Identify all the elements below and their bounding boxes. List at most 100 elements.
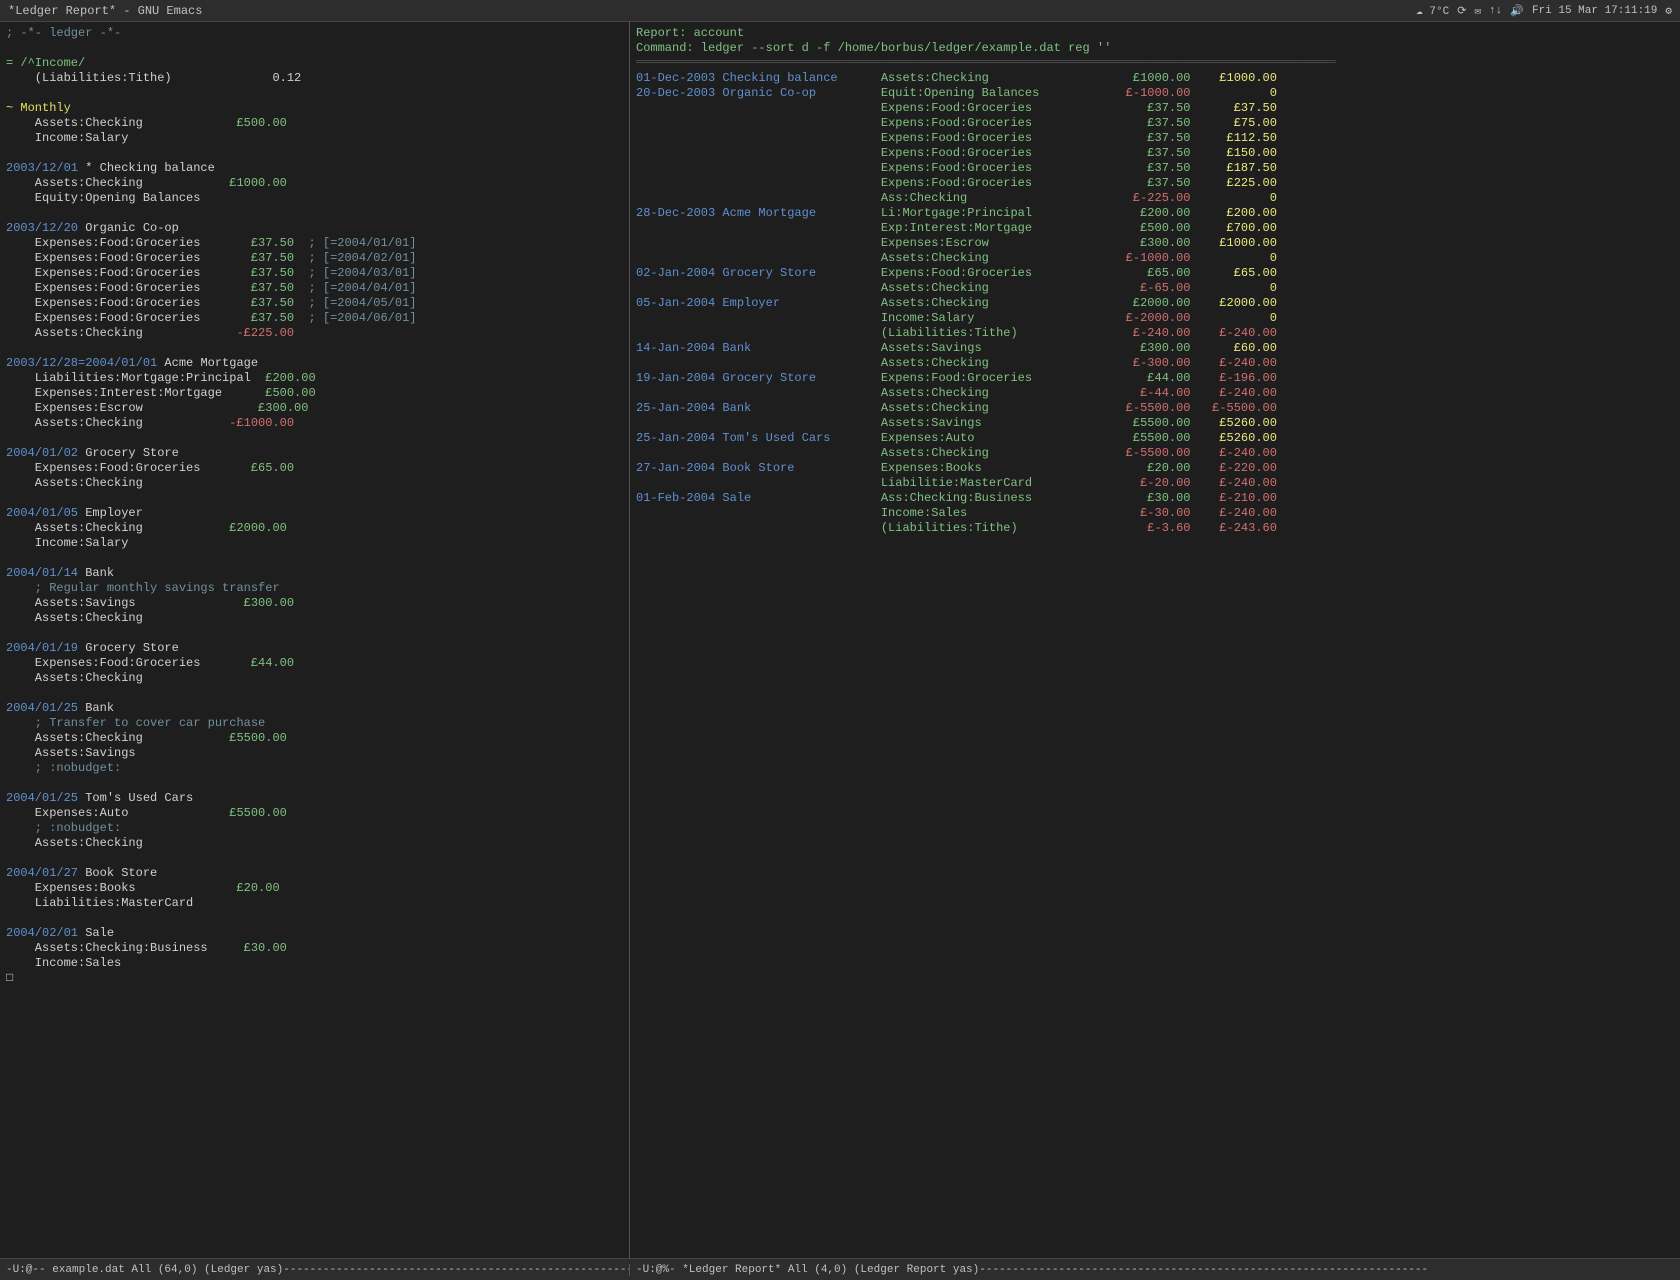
line-2004-01-25-bank-checking: Assets:Checking £5500.00: [6, 731, 623, 746]
report-command: Command: ledger --sort d -f /home/borbus…: [636, 41, 1674, 56]
report-row: Liabilitie:MasterCard £-20.00 £-240.00: [636, 476, 1674, 491]
line-2003-12-20-g2: Expenses:Food:Groceries £37.50 ; [=2004/…: [6, 251, 623, 266]
line-blank-1: [6, 41, 623, 56]
line-2004-01-19-groceries: Expenses:Food:Groceries £44.00: [6, 656, 623, 671]
line-2004-01-19-checking: Assets:Checking: [6, 671, 623, 686]
titlebar-right: ☁ 7°C ⟳ ✉ ↑↓ 🔊 Fri 15 Mar 17:11:19 ⚙: [1416, 4, 1672, 18]
refresh-icon[interactable]: ⟳: [1457, 4, 1466, 18]
report-label: Report: account: [636, 26, 1674, 41]
line-2004-02-01-header: 2004/02/01 Sale: [6, 926, 623, 941]
line-blank-6: [6, 431, 623, 446]
report-row: 05-Jan-2004 Employer Assets:Checking £20…: [636, 296, 1674, 311]
titlebar: *Ledger Report* - GNU Emacs ☁ 7°C ⟳ ✉ ↑↓…: [0, 0, 1680, 22]
line-2004-01-02-groceries: Expenses:Food:Groceries £65.00: [6, 461, 623, 476]
line-2003-12-20-header: 2003/12/20 Organic Co-op: [6, 221, 623, 236]
line-2004-01-14-header: 2004/01/14 Bank: [6, 566, 623, 581]
report-row: Expens:Food:Groceries £37.50 £75.00: [636, 116, 1674, 131]
report-row: Assets:Checking £-5500.00 £-240.00: [636, 446, 1674, 461]
line-2003-12-01-equity: Equity:Opening Balances: [6, 191, 623, 206]
report-row: 01-Feb-2004 Sale Ass:Checking:Business £…: [636, 491, 1674, 506]
line-blank-8: [6, 551, 623, 566]
line-2004-01-25-cars-checking: Assets:Checking: [6, 836, 623, 851]
report-row: Assets:Savings £5500.00 £5260.00: [636, 416, 1674, 431]
line-income-salary-monthly: Income:Salary: [6, 131, 623, 146]
report-row: 25-Jan-2004 Bank Assets:Checking £-5500.…: [636, 401, 1674, 416]
line-2003-12-28-checking: Assets:Checking -£1000.00: [6, 416, 623, 431]
line-income-rule: = /^Income/: [6, 56, 623, 71]
line-2004-01-25-bank-comment: ; Transfer to cover car purchase: [6, 716, 623, 731]
report-row: Income:Sales £-30.00 £-240.00: [636, 506, 1674, 521]
line-2003-12-20-checking: Assets:Checking -£225.00: [6, 326, 623, 341]
line-2003-12-01-header: 2003/12/01 * Checking balance: [6, 161, 623, 176]
line-2004-01-14-comment: ; Regular monthly savings transfer: [6, 581, 623, 596]
line-liabilities-tithe: (Liabilities:Tithe) 0.12: [6, 71, 623, 86]
line-2003-12-20-g6: Expenses:Food:Groceries £37.50 ; [=2004/…: [6, 311, 623, 326]
report-separator: ════════════════════════════════════════…: [636, 56, 1674, 71]
line-blank-10: [6, 686, 623, 701]
line-2004-01-19-header: 2004/01/19 Grocery Store: [6, 641, 623, 656]
line-2004-01-25-cars-header: 2004/01/25 Tom's Used Cars: [6, 791, 623, 806]
line-blank-11: [6, 776, 623, 791]
transaction-group: 01-Dec-2003 Checking balance Assets:Chec…: [636, 71, 1674, 536]
report-row: Expens:Food:Groceries £37.50 £225.00: [636, 176, 1674, 191]
line-2003-12-28-header: 2003/12/28=2004/01/01 Acme Mortgage: [6, 356, 623, 371]
report-row: Expens:Food:Groceries £37.50 £112.50: [636, 131, 1674, 146]
report-row: Expens:Food:Groceries £37.50 £187.50: [636, 161, 1674, 176]
report-row: Assets:Checking £-65.00 0: [636, 281, 1674, 296]
line-2004-01-25-bank-nobudget: ; :nobudget:: [6, 761, 623, 776]
line-2003-12-28-escrow: Expenses:Escrow £300.00: [6, 401, 623, 416]
left-pane[interactable]: ; -*- ledger -*- = /^Income/ (Liabilitie…: [0, 22, 630, 1258]
line-2004-01-02-header: 2004/01/02 Grocery Store: [6, 446, 623, 461]
main-content: ; -*- ledger -*- = /^Income/ (Liabilitie…: [0, 22, 1680, 1258]
report-row: (Liabilities:Tithe) £-3.60 £-243.60: [636, 521, 1674, 536]
line-blank-9: [6, 626, 623, 641]
line-assets-checking-monthly: Assets:Checking £500.00: [6, 116, 623, 131]
report-row: Expens:Food:Groceries £37.50 £37.50: [636, 101, 1674, 116]
mail-icon[interactable]: ✉: [1474, 4, 1481, 18]
line-ledger-header: ; -*- ledger -*-: [6, 26, 623, 41]
line-2004-01-05-checking: Assets:Checking £2000.00: [6, 521, 623, 536]
report-row: Ass:Checking £-225.00 0: [636, 191, 1674, 206]
network-icon[interactable]: ↑↓: [1489, 5, 1502, 17]
report-row: (Liabilities:Tithe) £-240.00 £-240.00: [636, 326, 1674, 341]
line-2004-01-02-checking: Assets:Checking: [6, 476, 623, 491]
report-row: Assets:Checking £-300.00 £-240.00: [636, 356, 1674, 371]
report-row: 01-Dec-2003 Checking balance Assets:Chec…: [636, 71, 1674, 86]
line-blank-13: [6, 911, 623, 926]
line-blank-3: [6, 146, 623, 161]
statusbar-right: -U:@%- *Ledger Report* All (4,0) (Ledger…: [630, 1264, 1680, 1276]
line-2004-02-01-income-sales: Income:Sales: [6, 956, 623, 971]
line-2004-01-25-cars-auto: Expenses:Auto £5500.00: [6, 806, 623, 821]
report-row: Expens:Food:Groceries £37.50 £150.00: [636, 146, 1674, 161]
line-2003-12-20-g3: Expenses:Food:Groceries £37.50 ; [=2004/…: [6, 266, 623, 281]
settings-icon[interactable]: ⚙: [1665, 4, 1672, 18]
right-pane[interactable]: Report: account Command: ledger --sort d…: [630, 22, 1680, 1258]
line-blank-5: [6, 341, 623, 356]
datetime-display: Fri 15 Mar 17:11:19: [1532, 5, 1657, 17]
line-2003-12-01-checking: Assets:Checking £1000.00: [6, 176, 623, 191]
report-row: 19-Jan-2004 Grocery Store Expens:Food:Gr…: [636, 371, 1674, 386]
line-2003-12-20-g1: Expenses:Food:Groceries £37.50 ; [=2004/…: [6, 236, 623, 251]
line-cursor: □: [6, 971, 623, 986]
line-2003-12-20-g5: Expenses:Food:Groceries £37.50 ; [=2004/…: [6, 296, 623, 311]
line-2004-01-05-header: 2004/01/05 Employer: [6, 506, 623, 521]
line-2004-01-27-mastercard: Liabilities:MasterCard: [6, 896, 623, 911]
volume-icon[interactable]: 🔊: [1510, 4, 1524, 18]
line-2004-01-25-cars-nobudget: ; :nobudget:: [6, 821, 623, 836]
report-row: Assets:Checking £-1000.00 0: [636, 251, 1674, 266]
line-blank-4: [6, 206, 623, 221]
line-2003-12-28-interest: Expenses:Interest:Mortgage £500.00: [6, 386, 623, 401]
line-2003-12-28-principal: Liabilities:Mortgage:Principal £200.00: [6, 371, 623, 386]
line-blank-7: [6, 491, 623, 506]
report-row: 28-Dec-2003 Acme Mortgage Li:Mortgage:Pr…: [636, 206, 1674, 221]
report-row: Income:Salary £-2000.00 0: [636, 311, 1674, 326]
line-2004-01-27-books: Expenses:Books £20.00: [6, 881, 623, 896]
report-row: 25-Jan-2004 Tom's Used Cars Expenses:Aut…: [636, 431, 1674, 446]
weather-display: ☁ 7°C: [1416, 4, 1449, 18]
line-2004-01-14-savings: Assets:Savings £300.00: [6, 596, 623, 611]
report-row: Exp:Interest:Mortgage £500.00 £700.00: [636, 221, 1674, 236]
report-row: 02-Jan-2004 Grocery Store Expens:Food:Gr…: [636, 266, 1674, 281]
report-row: 14-Jan-2004 Bank Assets:Savings £300.00 …: [636, 341, 1674, 356]
line-2004-01-14-checking: Assets:Checking: [6, 611, 623, 626]
line-2004-01-27-header: 2004/01/27 Book Store: [6, 866, 623, 881]
